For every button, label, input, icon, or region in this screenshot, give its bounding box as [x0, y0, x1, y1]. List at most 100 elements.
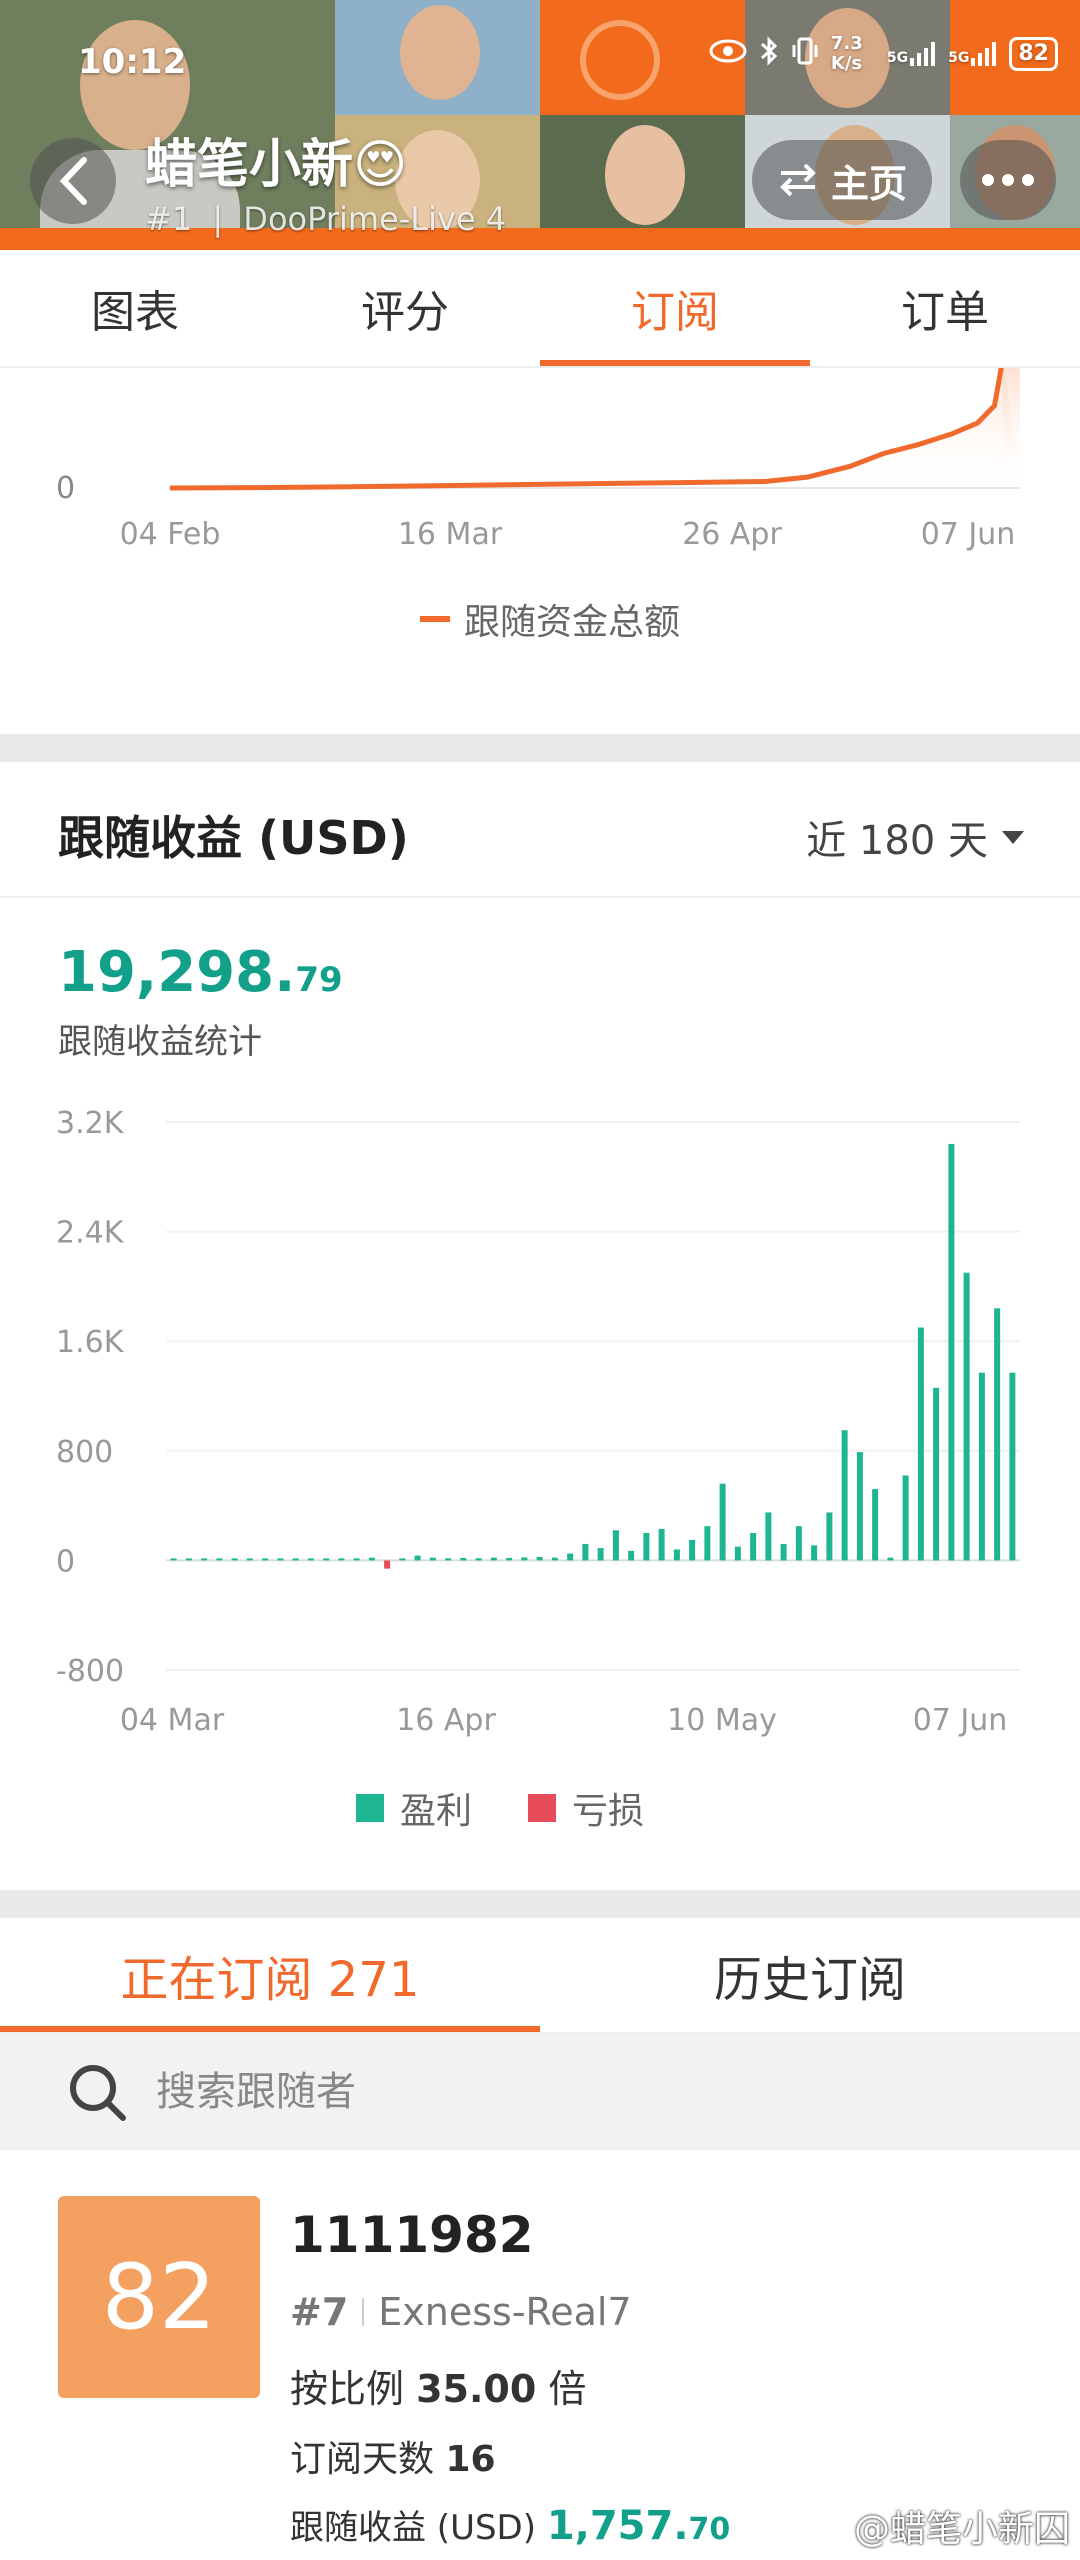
- eye-icon: [709, 38, 747, 70]
- loss-bar: [384, 1560, 391, 1569]
- follower-card[interactable]: 82 1111982 #7 Exness-Real7 按比例 35.00 倍 订…: [0, 2150, 1080, 2560]
- profit-x-tick: 04 Mar: [120, 1703, 225, 1738]
- tab-orders[interactable]: 订单: [810, 250, 1080, 366]
- profit-bar: [323, 1558, 330, 1561]
- tab-chart[interactable]: 图表: [0, 250, 270, 366]
- home-button-label: 主页: [830, 161, 907, 206]
- profit-y-tick: 1.6K: [56, 1325, 125, 1360]
- profit-y-tick: 0: [56, 1544, 75, 1579]
- profit-bar: [734, 1546, 741, 1561]
- fund-chart-section: 0 04 Feb 16 Mar 26 Apr 07 Jun 跟随资金总额: [0, 368, 1080, 734]
- bluetooth-icon: [759, 36, 779, 72]
- profit-bar: [399, 1558, 406, 1561]
- net-speed: 7.3 K/s: [830, 33, 863, 74]
- profit-x-tick: 16 Apr: [396, 1703, 496, 1738]
- collage-photo: [540, 115, 745, 230]
- profit-bar: [673, 1549, 680, 1561]
- profit-bar: [338, 1558, 345, 1561]
- subscription-days: 订阅天数 16: [290, 2439, 496, 2480]
- battery-indicator: 82: [1009, 37, 1058, 71]
- profit-bar: [521, 1557, 528, 1561]
- more-button[interactable]: [960, 140, 1056, 220]
- profit-bar: [353, 1558, 360, 1561]
- total-profit-label: 跟随收益统计: [58, 1022, 262, 1062]
- tab-current-subscriptions[interactable]: 正在订阅 271: [0, 1918, 540, 2032]
- profit-bar: [216, 1558, 223, 1561]
- profit-bar: [231, 1558, 238, 1561]
- chevron-left-icon: [59, 157, 87, 205]
- total-profit-value: 19,298.79: [58, 940, 343, 1005]
- profit-bar: [948, 1143, 955, 1561]
- profit-bar: [628, 1550, 635, 1561]
- profit-x-tick: 07 Jun: [913, 1703, 1008, 1738]
- tab-subscription[interactable]: 订阅: [540, 250, 810, 366]
- section-divider: [0, 734, 1080, 762]
- profit-bar: [567, 1553, 574, 1561]
- search-bar: [0, 2034, 1080, 2150]
- tab-history-subscriptions[interactable]: 历史订阅: [540, 1918, 1080, 2032]
- trader-header: 10:12 7.3 K/s 5G 5G 82 蜡笔小新😍 #1 | DooPri…: [0, 0, 1080, 250]
- profit-bar: [551, 1557, 558, 1561]
- fund-line-chart: 0 04 Feb 16 Mar 26 Apr 07 Jun: [56, 368, 1020, 552]
- follower-rank: #7 Exness-Real7: [290, 2290, 632, 2334]
- fund-y-tick: 0: [56, 471, 75, 506]
- profit-x-tick: 10 May: [667, 1703, 777, 1738]
- profit-bar: [826, 1512, 833, 1561]
- profit-bar: [201, 1558, 208, 1561]
- profit-y-tick: 3.2K: [56, 1106, 125, 1141]
- range-dropdown[interactable]: 近 180 天: [806, 808, 1024, 866]
- main-tabs: 图表 评分 订阅 订单: [0, 250, 1080, 368]
- follower-id: 1111982: [290, 2206, 534, 2264]
- profit-bar: [506, 1557, 513, 1561]
- status-icons: 7.3 K/s 5G 5G 82: [709, 34, 1058, 74]
- follow-ratio: 按比例 35.00 倍: [290, 2367, 587, 2411]
- signal-icon: 5G: [887, 42, 936, 66]
- home-button[interactable]: 主页: [752, 140, 932, 220]
- more-dot: [1002, 174, 1014, 186]
- profit-y-tick: 2.4K: [56, 1216, 125, 1251]
- profit-bar: [475, 1558, 482, 1561]
- more-dot: [1022, 174, 1034, 186]
- trader-account: #1 | DooPrime-Live 4: [145, 200, 507, 238]
- fund-area-fill: [170, 368, 1020, 488]
- follower-income: 跟随收益 (USD) 1,757.70: [290, 2503, 731, 2549]
- search-input[interactable]: [156, 2069, 956, 2115]
- section-divider: [0, 1890, 1080, 1918]
- profit-bar: [185, 1558, 192, 1561]
- legend-label-loss: 亏损: [572, 1791, 645, 1832]
- profit-bar: [750, 1533, 757, 1561]
- profit-bar-chart: 3.2K 2.4K 1.6K 800 0 -800 04 Mar 16 Apr 10 May 07…: [56, 1106, 1020, 1738]
- fund-x-tick: 07 Jun: [921, 517, 1016, 552]
- profit-title: 跟随收益 (USD): [58, 811, 409, 865]
- profit-bar: [704, 1526, 711, 1561]
- profit-bar: [460, 1557, 467, 1561]
- profit-bar: [658, 1528, 665, 1561]
- vibrate-icon: [791, 36, 819, 72]
- fund-legend: 跟随资金总额: [420, 593, 680, 645]
- profit-bar: [1009, 1372, 1016, 1561]
- profit-header: 跟随收益 (USD) 近 180 天: [0, 762, 1080, 898]
- profit-bar: [246, 1558, 253, 1561]
- caret-down-icon: [1002, 830, 1024, 844]
- profit-bar: [414, 1555, 421, 1561]
- back-button[interactable]: [30, 138, 116, 224]
- profit-bar: [841, 1430, 848, 1561]
- fund-x-tick: 04 Feb: [120, 517, 221, 552]
- profit-bar: [445, 1558, 452, 1561]
- collage-photo: [335, 0, 540, 115]
- profit-bar: [490, 1557, 497, 1561]
- status-time: 10:12: [78, 42, 187, 82]
- tab-score[interactable]: 评分: [270, 250, 540, 366]
- profit-bar: [765, 1512, 772, 1561]
- search-icon: [70, 2065, 126, 2121]
- profit-bar: [856, 1452, 863, 1561]
- range-label: 近 180 天: [806, 818, 988, 864]
- fund-x-tick: 16 Mar: [398, 517, 503, 552]
- profit-bar: [811, 1545, 818, 1561]
- profit-bar: [597, 1548, 604, 1561]
- profit-bar: [887, 1557, 894, 1561]
- profit-bar: [643, 1533, 650, 1561]
- profit-bar: [994, 1308, 1001, 1561]
- profit-bar: [978, 1372, 985, 1561]
- legend-swatch-profit: [356, 1794, 384, 1822]
